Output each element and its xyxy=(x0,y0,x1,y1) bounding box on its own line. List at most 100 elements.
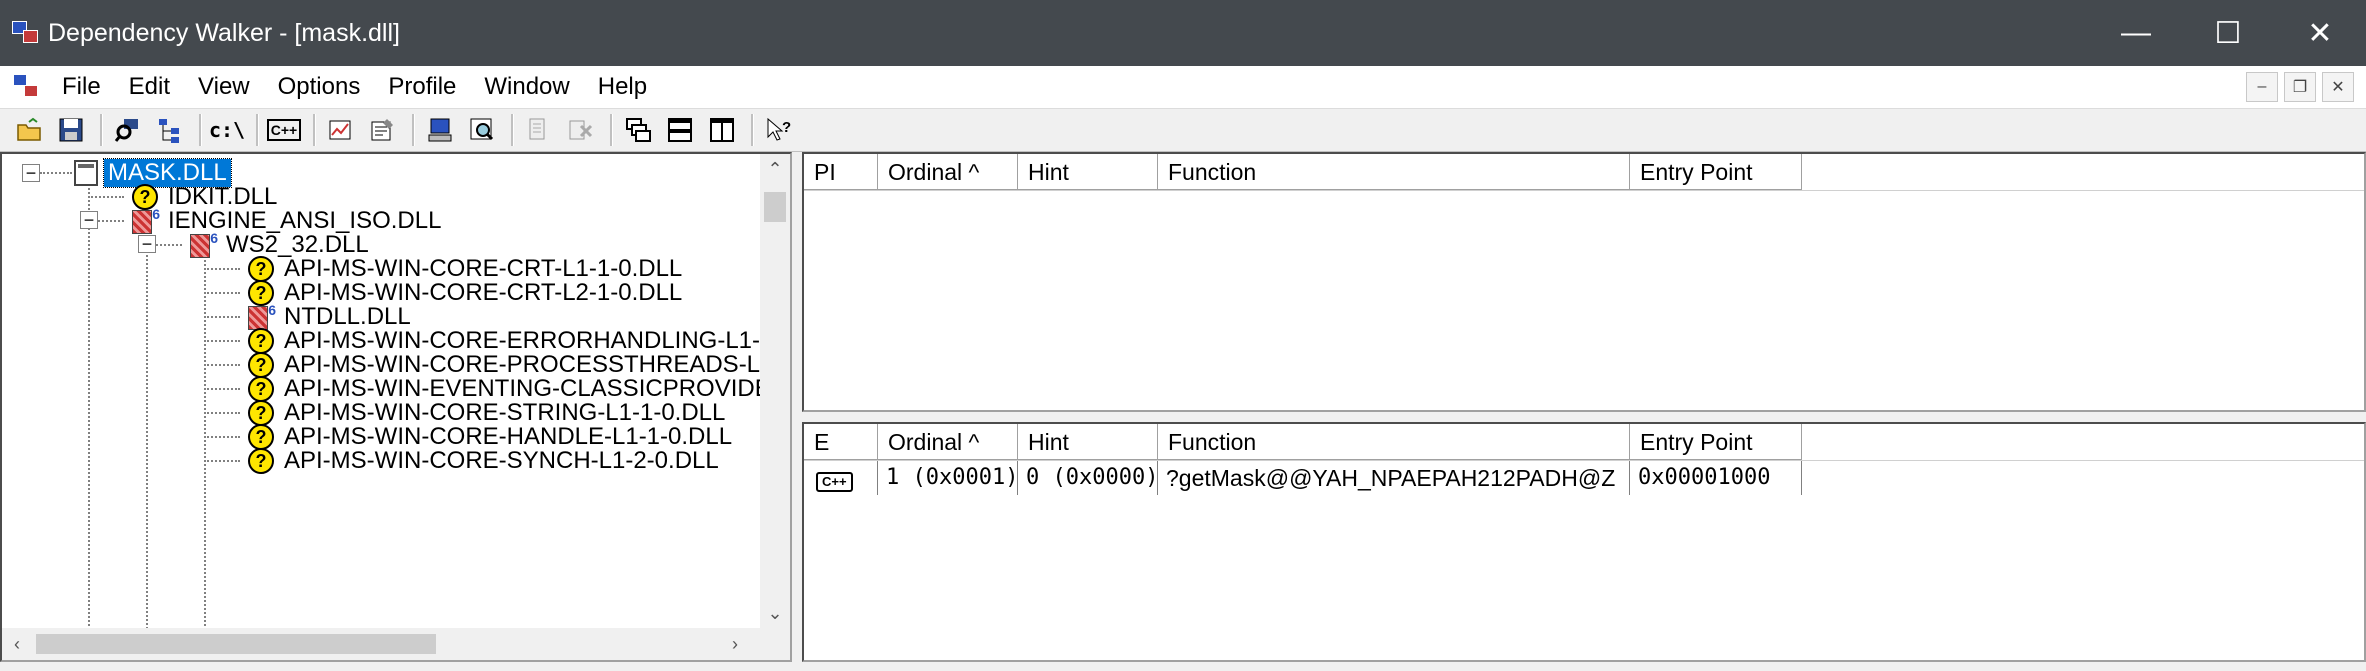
export-type-cell: C++ xyxy=(804,461,878,495)
tree-item[interactable]: ? API-MS-WIN-CORE-SYNCH-L1-2-0.DLL xyxy=(248,444,723,478)
tree-collapse-button[interactable]: − xyxy=(22,164,40,182)
toolbar-separator xyxy=(199,114,202,146)
svg-text:?: ? xyxy=(782,119,791,136)
copy-disabled-icon[interactable] xyxy=(520,112,558,148)
toolbar-separator xyxy=(313,114,316,146)
module-tree-icon[interactable] xyxy=(151,112,189,148)
scroll-thumb[interactable] xyxy=(764,192,786,222)
menu-edit[interactable]: Edit xyxy=(115,66,184,108)
tree-connector xyxy=(204,340,240,342)
tree-connector xyxy=(146,232,148,660)
toolbar-separator xyxy=(100,114,103,146)
tree-collapse-button[interactable]: − xyxy=(80,211,98,229)
scroll-left-arrow-icon[interactable]: ‹ xyxy=(2,628,32,660)
tree-connector xyxy=(204,412,240,414)
tree-connector xyxy=(204,292,240,294)
cpp-undecorate-icon[interactable]: C++ xyxy=(265,112,303,148)
list-header: PI Ordinal ^ Hint Function Entry Point xyxy=(804,154,2364,191)
tree-connector xyxy=(88,196,124,198)
module-icon xyxy=(74,160,98,186)
tree-item-label: API-MS-WIN-CORE-SYNCH-L1-2-0.DLL xyxy=(284,447,719,474)
menu-help[interactable]: Help xyxy=(584,66,661,108)
config-disabled-icon[interactable] xyxy=(562,112,600,148)
toolbar-separator xyxy=(610,114,613,146)
toolbar-separator xyxy=(256,114,259,146)
document-close-button[interactable]: ✕ xyxy=(2322,72,2354,102)
document-minimize-button[interactable]: – xyxy=(2246,72,2278,102)
scroll-down-arrow-icon[interactable]: ⌄ xyxy=(760,598,790,628)
tree-connector xyxy=(204,460,240,462)
chart-icon[interactable] xyxy=(322,112,360,148)
document-window-controls: – ❐ ✕ xyxy=(2246,66,2354,108)
dll64-icon: 6 xyxy=(132,206,160,234)
find-icon[interactable] xyxy=(109,112,147,148)
column-header-hint[interactable]: Hint xyxy=(1018,154,1158,190)
tree-connector xyxy=(204,364,240,366)
menu-bar: File Edit View Options Profile Window He… xyxy=(0,66,2366,108)
vertical-splitter[interactable] xyxy=(792,152,802,662)
context-help-icon[interactable]: ? xyxy=(760,112,798,148)
menu-window[interactable]: Window xyxy=(470,66,583,108)
list-header: E Ordinal ^ Hint Function Entry Point xyxy=(804,424,2364,461)
tree-connector xyxy=(40,172,72,174)
window-title: Dependency Walker - [mask.dll] xyxy=(48,18,400,47)
search-module-icon[interactable] xyxy=(463,112,501,148)
module-dependency-tree[interactable]: − − − MASK.DLL ? IDKIT.DLL 6 IENGINE_ANS… xyxy=(0,152,792,662)
system-info-icon[interactable] xyxy=(421,112,459,148)
document-system-menu-icon[interactable] xyxy=(14,75,40,99)
ordinal-cell: 1 (0x0001) xyxy=(878,461,1018,495)
cascade-windows-icon[interactable] xyxy=(619,112,657,148)
save-icon[interactable] xyxy=(52,112,90,148)
cpp-label: C++ xyxy=(266,119,302,141)
column-header-ordinal[interactable]: Ordinal ^ xyxy=(878,154,1018,190)
tree-connector xyxy=(156,244,182,246)
tree-horizontal-scrollbar[interactable]: ‹ › xyxy=(2,628,790,660)
tile-horizontal-icon[interactable] xyxy=(661,112,699,148)
table-row[interactable]: C++ 1 (0x0001) 0 (0x0000) ?getMask@@YAH_… xyxy=(804,461,2364,495)
toolbar-separator xyxy=(412,114,415,146)
toolbar: c:\ C++ ? xyxy=(0,108,2366,152)
menu-view[interactable]: View xyxy=(184,66,264,108)
maximize-button[interactable]: ☐ xyxy=(2182,0,2274,66)
menu-file[interactable]: File xyxy=(48,66,115,108)
document-restore-button[interactable]: ❐ xyxy=(2284,72,2316,102)
column-header-ordinal[interactable]: Ordinal ^ xyxy=(878,424,1018,460)
scroll-right-arrow-icon[interactable]: › xyxy=(720,628,750,660)
status-bar xyxy=(0,662,2366,671)
column-header-entry-point[interactable]: Entry Point xyxy=(1630,424,1802,460)
parent-imports-list[interactable]: PI Ordinal ^ Hint Function Entry Point xyxy=(802,152,2366,412)
tree-vertical-scrollbar[interactable]: ⌃ ⌄ xyxy=(760,154,790,628)
tree-connector xyxy=(204,436,240,438)
missing-module-icon: ? xyxy=(248,448,274,474)
menu-profile[interactable]: Profile xyxy=(374,66,470,108)
column-header-function[interactable]: Function xyxy=(1158,424,1630,460)
toolbar-separator xyxy=(511,114,514,146)
column-header-e[interactable]: E xyxy=(804,424,878,460)
column-header-function[interactable]: Function xyxy=(1158,154,1630,190)
full-paths-icon[interactable]: c:\ xyxy=(208,112,246,148)
tree-connector xyxy=(204,316,240,318)
menu-options[interactable]: Options xyxy=(264,66,375,108)
scroll-up-arrow-icon[interactable]: ⌃ xyxy=(760,154,790,184)
horizontal-splitter[interactable] xyxy=(802,412,2366,422)
tree-connector xyxy=(88,184,90,660)
column-header-pi[interactable]: PI xyxy=(804,154,878,190)
tree-connector xyxy=(204,268,240,270)
hint-cell: 0 (0x0000) xyxy=(1018,461,1158,495)
column-header-entry-point[interactable]: Entry Point xyxy=(1630,154,1802,190)
dependency-walker-app-icon[interactable] xyxy=(12,19,40,47)
window-controls: — ☐ ✕ xyxy=(2090,0,2366,66)
exports-list[interactable]: E Ordinal ^ Hint Function Entry Point C+… xyxy=(802,422,2366,662)
tile-vertical-icon[interactable] xyxy=(703,112,741,148)
column-header-hint[interactable]: Hint xyxy=(1018,424,1158,460)
tree-connector xyxy=(204,388,240,390)
function-cell: ?getMask@@YAH_NPAEPAH212PADH@Z xyxy=(1158,461,1630,495)
scroll-thumb[interactable] xyxy=(36,634,436,654)
toolbar-separator xyxy=(751,114,754,146)
minimize-button[interactable]: — xyxy=(2090,0,2182,66)
title-bar: Dependency Walker - [mask.dll] — ☐ ✕ xyxy=(0,0,2366,66)
scrollbar-corner xyxy=(760,628,790,660)
open-folder-icon[interactable] xyxy=(10,112,48,148)
properties-icon[interactable] xyxy=(364,112,402,148)
close-button[interactable]: ✕ xyxy=(2274,0,2366,66)
